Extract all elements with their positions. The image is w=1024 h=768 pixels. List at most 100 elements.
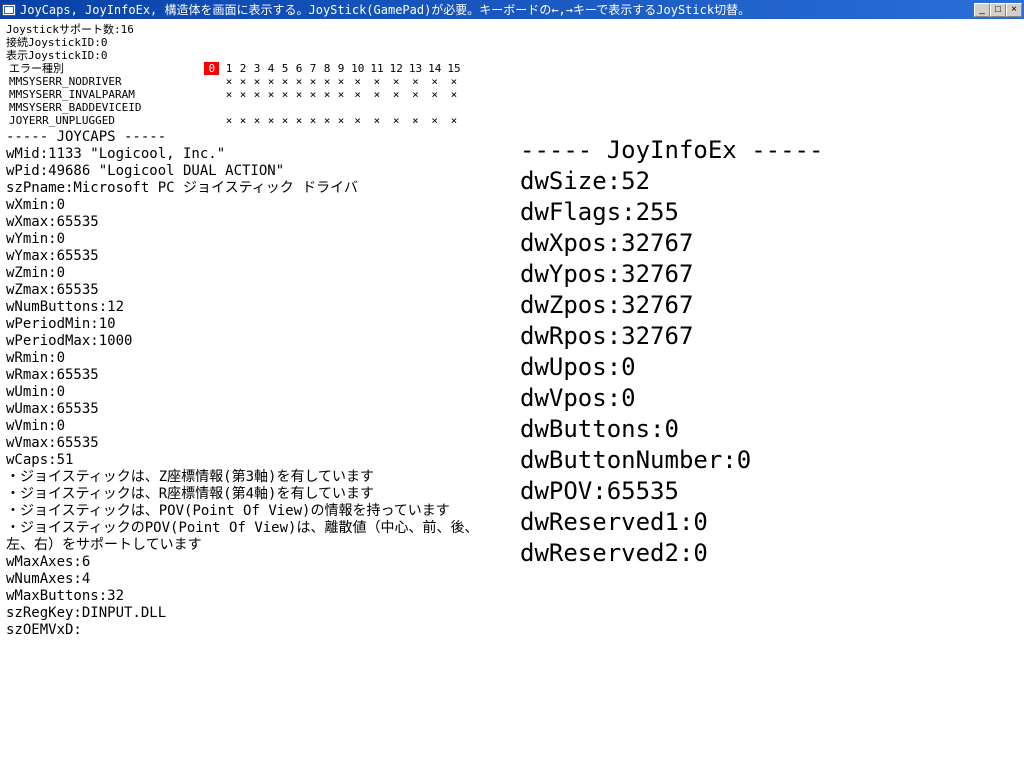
err-cell: × [222,114,236,127]
err-cell: × [278,88,292,101]
err-cell: × [444,114,463,127]
err-col-4: 4 [264,62,278,75]
err-cell [236,101,250,114]
wRmin: wRmin:0 [6,350,1018,367]
caps-note-1: ・ジョイスティックは、Z座標情報(第3軸)を有しています [6,469,506,486]
err-col-11: 11 [367,62,386,75]
err-col-15: 15 [444,62,463,75]
err-cell [444,101,463,114]
err-cell [201,88,222,101]
err-cell: × [334,75,348,88]
err-cell [292,101,306,114]
joyinfoex-header: ----- JoyInfoEx ----- [520,135,823,166]
err-cell [278,101,292,114]
err-cell: × [306,114,320,127]
err-cell: × [292,75,306,88]
wMid: wMid:1133 "Logicool, Inc." [6,146,1018,163]
dwYpos: dwYpos:32767 [520,259,823,290]
maximize-button[interactable]: □ [990,3,1006,17]
err-col-5: 5 [278,62,292,75]
dwReserved2: dwReserved2:0 [520,538,823,569]
err-cell [348,101,367,114]
szOEMVxD: szOEMVxD: [6,622,1018,639]
err-cell [264,101,278,114]
err-cell: × [250,75,264,88]
err-row-MMSYSERR_BADDEVICEID: MMSYSERR_BADDEVICEID [6,101,201,114]
err-col-7: 7 [306,62,320,75]
err-col-13: 13 [406,62,425,75]
wPeriodMax: wPeriodMax:1000 [6,333,1018,350]
caps-note-2: ・ジョイスティックは、R座標情報(第4軸)を有しています [6,486,506,503]
err-cell: × [425,114,444,127]
dwUpos: dwUpos:0 [520,352,823,383]
err-col-9: 9 [334,62,348,75]
titlebar[interactable]: JoyCaps, JoyInfoEx, 構造体を画面に表示する。JoyStick… [0,0,1024,19]
err-cell [320,101,334,114]
err-cell: × [348,75,367,88]
dwZpos: dwZpos:32767 [520,290,823,321]
window-controls: _ □ × [974,3,1022,17]
wVmin: wVmin:0 [6,418,1018,435]
err-cell: × [320,75,334,88]
joyinfoex-panel: ----- JoyInfoEx ----- dwSize:52 dwFlags:… [520,135,823,569]
err-cell: × [292,88,306,101]
wMaxAxes: wMaxAxes:6 [6,554,1018,571]
err-cell: × [222,88,236,101]
err-cell: × [367,75,386,88]
dwXpos: dwXpos:32767 [520,228,823,259]
err-cell [334,101,348,114]
err-cell: × [278,114,292,127]
err-col-10: 10 [348,62,367,75]
szRegKey: szRegKey:DINPUT.DLL [6,605,1018,622]
wPid: wPid:49686 "Logicool DUAL ACTION" [6,163,1018,180]
dwPOV: dwPOV:65535 [520,476,823,507]
err-col-1: 1 [222,62,236,75]
connected-id: 接続JoystickID:0 [6,36,1018,49]
wZmin: wZmin:0 [6,265,1018,282]
err-cell: × [444,75,463,88]
szPname: szPname:Microsoft PC ジョイスティック ドライバ [6,180,1018,197]
err-cell: × [306,75,320,88]
err-cell: × [320,88,334,101]
err-col-0: 0 [201,62,222,75]
wYmin: wYmin:0 [6,231,1018,248]
err-cell: × [334,114,348,127]
wVmax: wVmax:65535 [6,435,1018,452]
err-cell: × [425,88,444,101]
err-cell [250,101,264,114]
err-cell: × [406,75,425,88]
dwButtonNumber: dwButtonNumber:0 [520,445,823,476]
joycaps-header: ----- JOYCAPS ----- [6,129,1018,146]
wXmin: wXmin:0 [6,197,1018,214]
err-cell [387,101,406,114]
err-cell [201,114,222,127]
err-cell [406,101,425,114]
window-title: JoyCaps, JoyInfoEx, 構造体を画面に表示する。JoyStick… [20,1,974,18]
wPeriodMin: wPeriodMin:10 [6,316,1018,333]
err-cell: × [250,114,264,127]
err-cell [367,101,386,114]
error-label-header: エラー種別 [6,62,201,75]
wCaps: wCaps:51 [6,452,1018,469]
caps-note-3: ・ジョイスティックは、POV(Point Of View)の情報を持っています [6,503,506,520]
err-cell: × [236,88,250,101]
err-cell: × [387,75,406,88]
err-cell: × [278,75,292,88]
err-col-8: 8 [320,62,334,75]
err-cell: × [334,88,348,101]
err-cell: × [406,114,425,127]
err-cell: × [367,114,386,127]
err-cell: × [320,114,334,127]
wNumButtons: wNumButtons:12 [6,299,1018,316]
wUmax: wUmax:65535 [6,401,1018,418]
wMaxButtons: wMaxButtons:32 [6,588,1018,605]
error-table: エラー種別0123456789101112131415MMSYSERR_NODR… [6,62,464,127]
err-row-JOYERR_UNPLUGGED: JOYERR_UNPLUGGED [6,114,201,127]
wZmax: wZmax:65535 [6,282,1018,299]
err-cell: × [264,75,278,88]
dwRpos: dwRpos:32767 [520,321,823,352]
support-count: Joystickサポート数:16 [6,23,1018,36]
minimize-button[interactable]: _ [974,3,990,17]
close-button[interactable]: × [1006,3,1022,17]
err-row-MMSYSERR_NODRIVER: MMSYSERR_NODRIVER [6,75,201,88]
